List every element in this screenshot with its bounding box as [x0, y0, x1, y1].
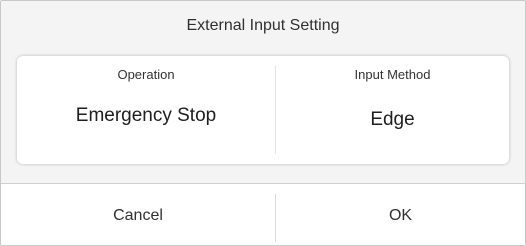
input-method-value[interactable]: Edge — [276, 109, 509, 131]
ok-button[interactable]: OK — [276, 184, 525, 245]
operation-value[interactable]: Emergency Stop — [17, 105, 275, 127]
operation-header: Operation — [117, 67, 175, 82]
external-input-setting-dialog: External Input Setting Operation Emergen… — [0, 0, 526, 246]
dialog-footer: Cancel OK — [1, 183, 525, 245]
operation-setting[interactable]: Operation Emergency Stop — [17, 56, 275, 164]
input-method-header: Input Method — [354, 67, 431, 82]
input-method-setting[interactable]: Input Method Edge — [276, 56, 509, 164]
settings-card: Operation Emergency Stop Input Method Ed… — [17, 56, 509, 164]
dialog-title: External Input Setting — [186, 17, 340, 34]
cancel-button[interactable]: Cancel — [1, 184, 275, 245]
